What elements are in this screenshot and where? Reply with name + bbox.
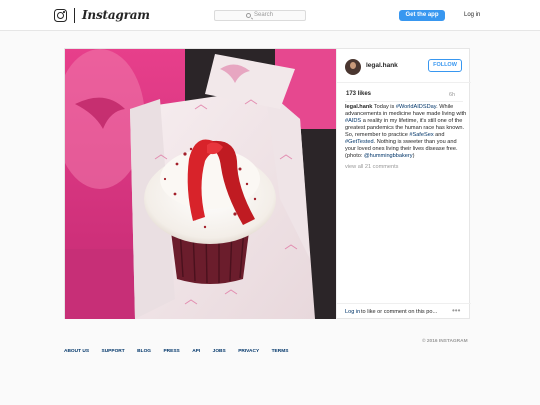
post-card: legal.hank FOLLOW 173 likes 6h legal.han… [64,48,471,319]
get-the-app-button[interactable]: Get the app [399,10,445,21]
post-header: legal.hank FOLLOW [337,49,471,83]
footer-nav: ABOUT US SUPPORT BLOG PRESS API JOBS PRI… [64,339,296,357]
comment-prompt: to like or comment on this po... [361,309,438,315]
footer-link-jobs[interactable]: JOBS [213,349,226,354]
search-placeholder: Search [254,12,274,18]
footer-link-terms[interactable]: TERMS [272,349,289,354]
login-to-comment-link[interactable]: Log in [345,309,360,315]
comment-bar: Log in to like or comment on this po... … [337,303,471,319]
hashtag-worldaidsday[interactable]: #WorldAIDSDay [396,104,436,110]
post-timestamp: 6h [449,92,456,98]
logo-divider [74,8,75,23]
post-username[interactable]: legal.hank [366,62,398,69]
post-photo[interactable] [65,49,336,319]
login-link[interactable]: Log in [464,12,480,18]
top-nav-bar: Instagram Search Get the app Log in [0,0,540,31]
footer-link-press[interactable]: PRESS [163,349,179,354]
footer-link-support[interactable]: SUPPORT [102,349,125,354]
follow-button[interactable]: FOLLOW [428,59,462,72]
search-input[interactable]: Search [214,10,306,21]
post-caption: legal.hank Today is #WorldAIDSDay. While… [345,104,467,160]
instagram-camera-icon[interactable] [54,9,67,22]
footer-link-about[interactable]: ABOUT US [64,349,89,354]
instagram-wordmark[interactable]: Instagram [82,8,150,22]
hashtag-aids[interactable]: #AIDS [345,118,361,124]
search-icon [246,13,251,18]
footer-link-api[interactable]: API [192,349,200,354]
avatar[interactable] [345,59,361,75]
divider [345,101,463,102]
hashtag-gettested[interactable]: #GetTested [345,139,374,145]
copyright-text: © 2016 INSTAGRAM [422,339,468,344]
post-sidebar: legal.hank FOLLOW 173 likes 6h legal.han… [336,49,471,319]
footer-link-blog[interactable]: BLOG [137,349,151,354]
caption-text: Today is [372,104,396,110]
caption-username[interactable]: legal.hank [345,104,372,110]
hashtag-safesex[interactable]: #SafeSex [409,132,433,138]
more-options-icon[interactable]: ••• [452,306,460,315]
caption-text: a reality in my lifetime, it's still one… [345,118,465,138]
caption-text: ) [412,153,415,159]
footer-link-privacy[interactable]: PRIVACY [238,349,259,354]
caption-text: and [433,132,445,138]
view-all-comments-link[interactable]: view all 21 comments [345,164,398,170]
like-count[interactable]: 173 likes [346,91,371,97]
mention-link[interactable]: @hummingbbakery [364,153,413,159]
cupcake-photo-image [65,49,336,319]
